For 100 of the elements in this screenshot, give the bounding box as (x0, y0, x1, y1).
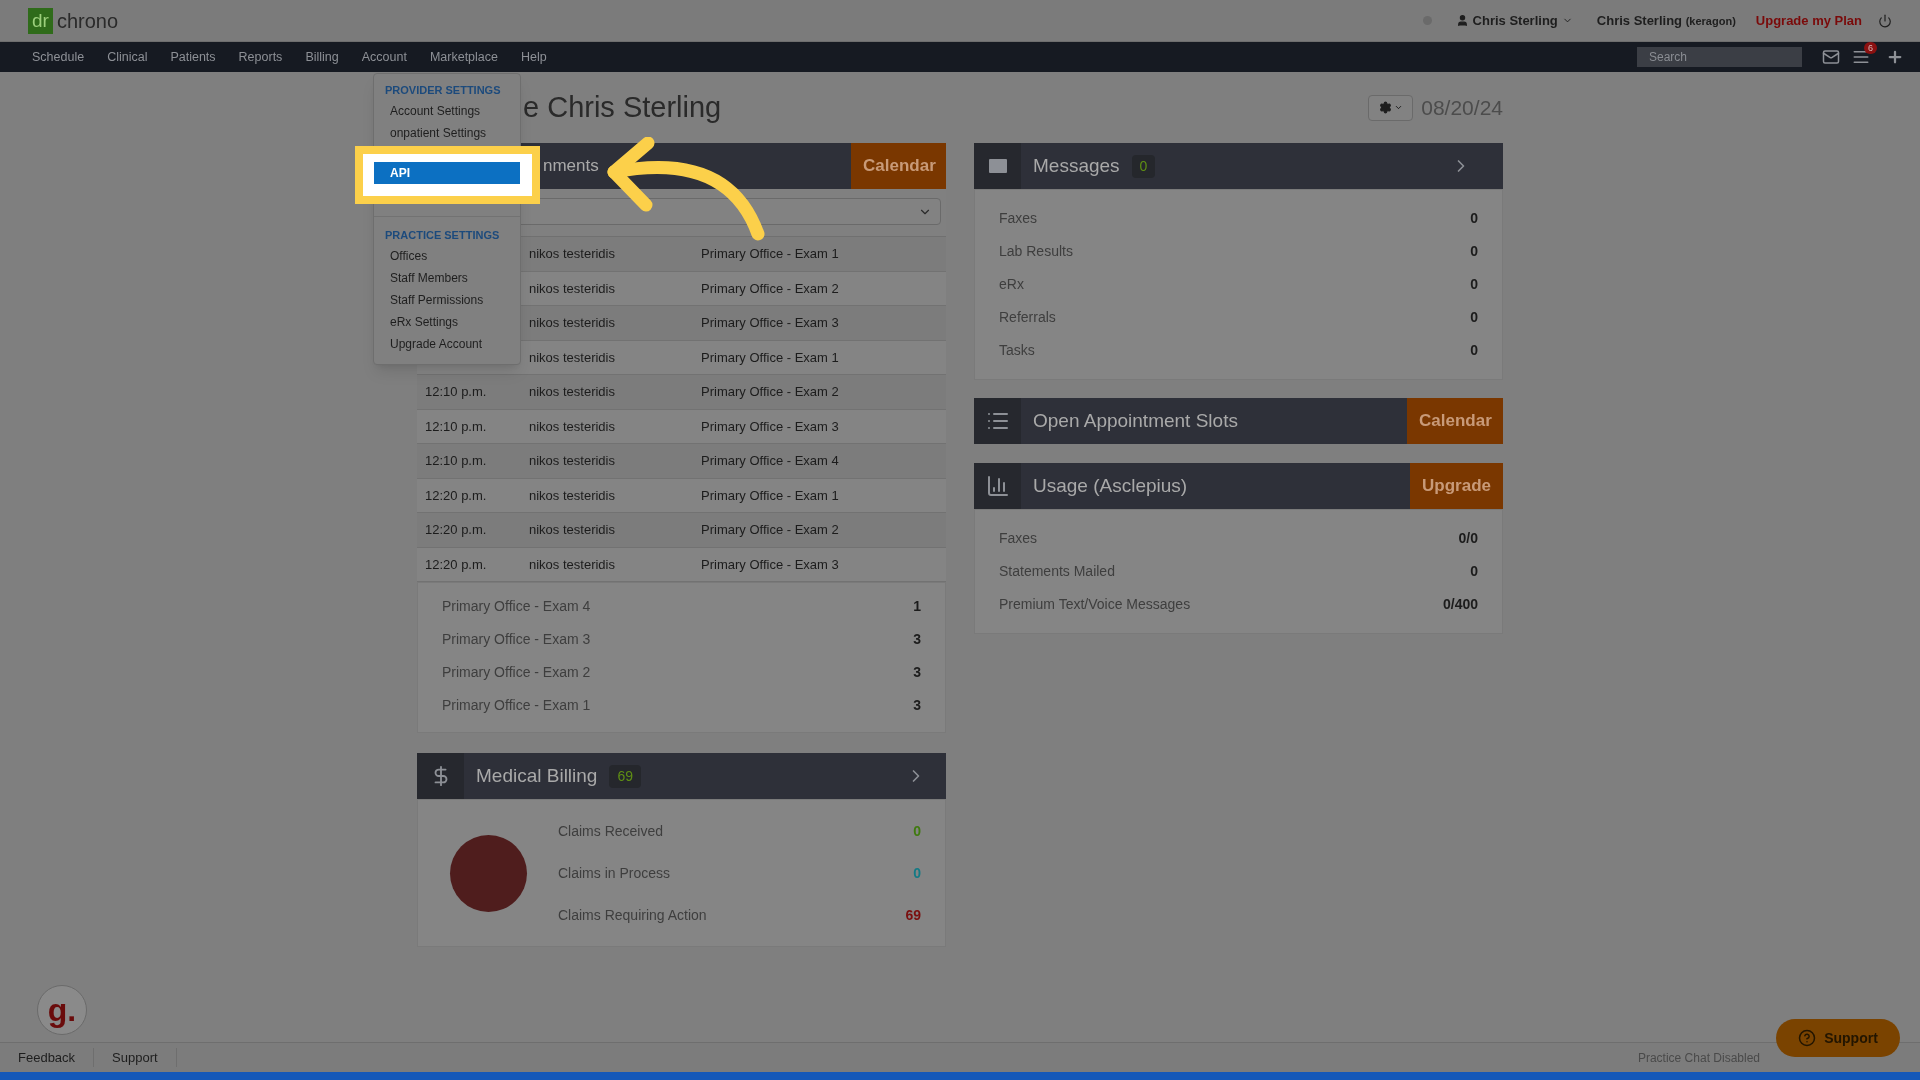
patient-name: nikos testeridis (529, 521, 616, 539)
menu-item[interactable]: Account Settings (374, 100, 520, 122)
settings-button[interactable] (1368, 94, 1414, 121)
nav-item[interactable]: Help (521, 47, 547, 67)
claims-value: 0 (913, 821, 921, 841)
appointment-time: 12:20 p.m. (425, 522, 487, 537)
patient-name: nikos testeridis (529, 417, 616, 436)
room-label: Primary Office - Exam 1 (442, 696, 591, 715)
bar-chart-icon (985, 474, 1010, 498)
stat-label: Faxes (999, 529, 1038, 548)
nav-item[interactable]: Account (361, 47, 407, 67)
list-icon[interactable] (1852, 48, 1870, 66)
stat-value: 0/0 (1458, 529, 1478, 548)
room-label: Primary Office - Exam 3 (442, 630, 591, 649)
claims-value: 69 (905, 905, 921, 925)
stat-value: 0 (1470, 341, 1478, 360)
appointment-row[interactable]: 12:20 p.m. nikos testeridis Primary Office - Exam 1 (417, 478, 946, 513)
nav-item[interactable]: Schedule (32, 47, 85, 67)
exam-room: Primary Office - Exam 2 (701, 279, 839, 298)
user-icon (1455, 14, 1469, 27)
stat-label: Referrals (999, 308, 1056, 327)
account-name: Chris Sterling (keragon) (1596, 11, 1736, 30)
room-label: Primary Office - Exam 2 (442, 663, 591, 682)
chat-widget-logo[interactable]: g. (37, 985, 87, 1035)
nav-item[interactable]: Reports (238, 47, 283, 67)
stat-value: 0/400 (1442, 595, 1478, 614)
room-count: 3 (913, 663, 921, 682)
stat-label: Lab Results (999, 242, 1073, 261)
room-count: 3 (913, 630, 921, 649)
search-field[interactable]: Search (1637, 47, 1802, 67)
help-icon (1798, 1029, 1817, 1047)
add-icon[interactable] (1886, 48, 1904, 66)
stat-label: Premium Text/Voice Messages (999, 595, 1191, 614)
logo-mark: dr (28, 7, 53, 34)
patient-name: nikos testeridis (529, 279, 616, 298)
panel-title: Medical Billing (476, 763, 598, 788)
claims-label: Claims Requiring Action (558, 905, 707, 925)
nav-item[interactable]: Billing (305, 47, 339, 67)
stat-value: 0 (1470, 562, 1478, 581)
room-label: Primary Office - Exam 4 (442, 597, 591, 616)
panel-title: Open Appointment Slots (1033, 408, 1238, 433)
upgrade-link[interactable]: Upgrade my Plan (1755, 10, 1862, 31)
caret-icon (1393, 103, 1403, 112)
footer-link[interactable]: Support (94, 1047, 177, 1068)
claims-label: Claims Received (558, 821, 664, 841)
appointment-time: 12:10 p.m. (425, 453, 487, 468)
count-badge: 69 (609, 764, 642, 788)
patient-name: nikos testeridis (529, 314, 616, 332)
nav-item[interactable]: Patients (170, 47, 216, 67)
exam-room: Primary Office - Exam 3 (701, 555, 839, 574)
exam-room: Primary Office - Exam 3 (701, 417, 839, 436)
appointment-time: 12:10 p.m. (425, 384, 487, 399)
patient-name: nikos testeridis (529, 383, 616, 401)
menu-heading: PROVIDER SETTINGS (384, 83, 502, 99)
appointment-time: 12:10 p.m. (425, 418, 487, 434)
appointment-time: 12:20 p.m. (425, 487, 487, 503)
exam-room: Primary Office - Exam 2 (701, 521, 839, 539)
settings-icon (1378, 101, 1392, 114)
menu-item[interactable]: onpatient Settings (374, 122, 520, 144)
exam-room: Primary Office - Exam 3 (701, 314, 839, 332)
stat-value: 0 (1470, 308, 1478, 327)
user-menu[interactable]: Chris Sterling (1455, 10, 1573, 31)
appointment-row[interactable]: 12:10 p.m. nikos testeridis Primary Office - Exam 3 (417, 409, 946, 444)
notification-badge: 6 (1864, 42, 1877, 54)
stat-label: Statements Mailed (999, 562, 1115, 581)
claims-label: Claims in Process (558, 863, 671, 883)
nav-item[interactable]: Clinical (107, 47, 148, 67)
logo-text: chrono (56, 8, 119, 34)
stat-label: Tasks (999, 341, 1035, 360)
count-badge: 0 (1131, 154, 1156, 178)
stat-value: 0 (1470, 275, 1478, 294)
patient-name: nikos testeridis (529, 452, 616, 470)
exam-room: Primary Office - Exam 1 (701, 486, 839, 505)
appointment-time: 12:20 p.m. (425, 556, 487, 572)
calendar-button[interactable]: Calendar (851, 143, 946, 189)
exam-room: Primary Office - Exam 2 (701, 383, 839, 401)
power-icon[interactable] (1878, 13, 1892, 28)
stat-value: 0 (1470, 242, 1478, 261)
calendar-button[interactable]: Calendar (1407, 398, 1503, 444)
nav-item[interactable]: Marketplace (429, 47, 498, 67)
support-button[interactable]: Support (1776, 1019, 1900, 1057)
stat-value: 0 (1470, 209, 1478, 228)
footer-link[interactable]: Feedback (0, 1047, 95, 1068)
patient-name: nikos testeridis (529, 348, 616, 367)
panel-title: Usage (Asclepius) (1033, 473, 1188, 498)
exam-room: Primary Office - Exam 4 (701, 452, 839, 470)
room-count: 1 (913, 597, 921, 616)
stat-label: eRx (999, 275, 1024, 294)
claims-value: 0 (913, 863, 921, 883)
appointment-row[interactable]: 12:20 p.m. nikos testeridis Primary Office - Exam 3 (417, 547, 946, 582)
exam-room: Primary Office - Exam 1 (701, 245, 839, 263)
exam-room: Primary Office - Exam 1 (701, 348, 839, 367)
stat-label: Faxes (999, 209, 1038, 228)
room-count: 3 (913, 696, 921, 715)
patient-name: nikos testeridis (529, 555, 616, 574)
calendar-button[interactable]: Upgrade (1410, 463, 1503, 509)
page-title: e Chris Sterling (523, 89, 722, 125)
panel-title: Messages (1033, 153, 1120, 178)
patient-name: nikos testeridis (529, 245, 616, 263)
patient-name: nikos testeridis (529, 486, 616, 505)
